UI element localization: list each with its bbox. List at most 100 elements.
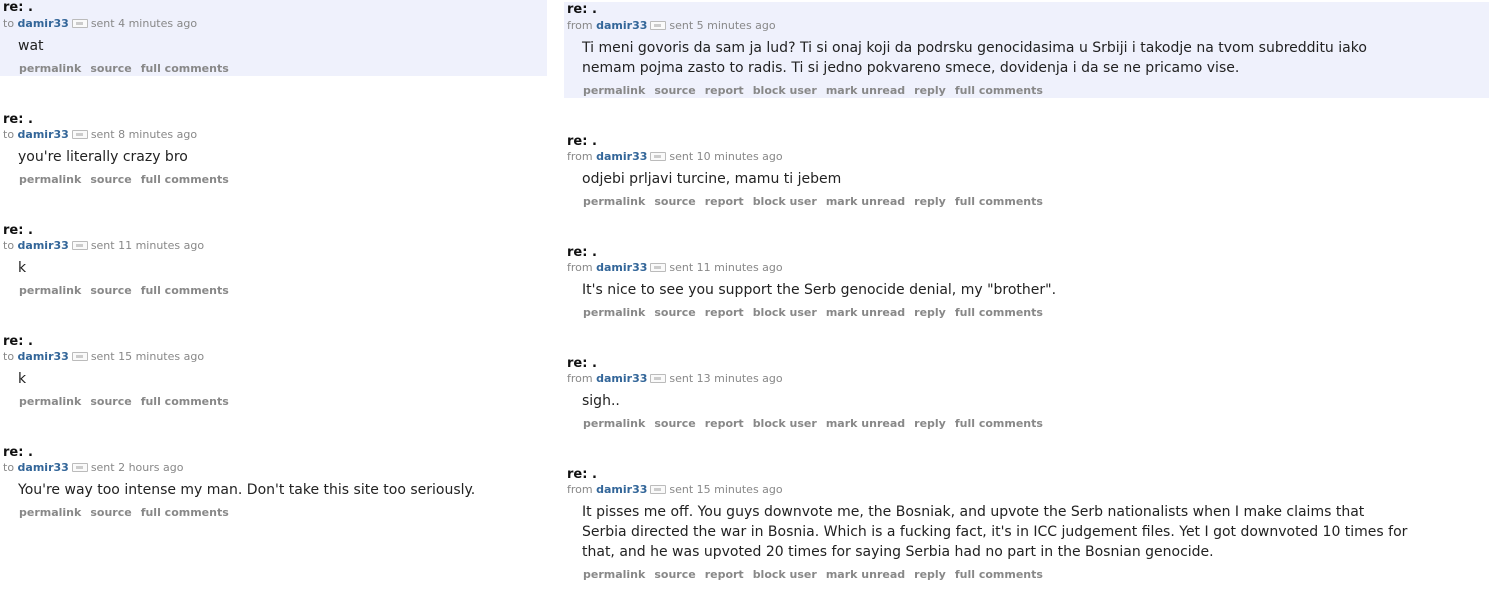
message-subject: re: .	[567, 2, 597, 17]
message-buttons: permalink source full comments	[19, 284, 238, 297]
block-user-button[interactable]: block user	[753, 195, 817, 208]
message-subject: re: .	[3, 0, 33, 15]
author-link[interactable]: damir33	[18, 350, 69, 363]
reply-button[interactable]: reply	[914, 195, 946, 208]
message-buttons: permalink source report block user mark unre…	[583, 195, 1052, 208]
message-body: It's nice to see you support the Serb ge…	[582, 280, 1452, 300]
source-button[interactable]: source	[90, 173, 131, 186]
mark-unread-button[interactable]: mark unread	[826, 417, 905, 430]
message-subject: re: .	[3, 112, 33, 127]
permalink-button[interactable]: permalink	[19, 395, 81, 408]
sent-time: sent 4 minutes ago	[90, 17, 198, 30]
direction-label: from	[567, 261, 593, 274]
permalink-button[interactable]: permalink	[19, 173, 81, 186]
message-body: It pisses me off. You guys downvote me, …	[582, 502, 1452, 562]
reply-button[interactable]: reply	[914, 84, 946, 97]
mark-unread-button[interactable]: mark unread	[826, 568, 905, 581]
author-link[interactable]: damir33	[596, 483, 647, 496]
message-tagline: to damir33 sent 11 minutes ago	[3, 239, 204, 252]
message: re: . from damir33 sent 13 minutes ago si…	[564, 356, 1489, 432]
report-button[interactable]: report	[705, 306, 744, 319]
source-button[interactable]: source	[654, 195, 695, 208]
author-link[interactable]: damir33	[18, 128, 69, 141]
permalink-button[interactable]: permalink	[583, 195, 645, 208]
mark-unread-button[interactable]: mark unread	[826, 195, 905, 208]
message-body: You're way too intense my man. Don't tak…	[18, 482, 476, 498]
author-link[interactable]: damir33	[596, 372, 647, 385]
full-comments-button[interactable]: full comments	[141, 284, 229, 297]
permalink-button[interactable]: permalink	[19, 284, 81, 297]
message-line: It's nice to see you support the Serb ge…	[582, 282, 1057, 298]
author-link[interactable]: damir33	[18, 17, 69, 30]
message-line: sigh..	[582, 393, 620, 409]
author-link[interactable]: damir33	[18, 461, 69, 474]
message-body: odjebi prljavi turcine, mamu ti jebem	[582, 169, 1452, 189]
permalink-button[interactable]: permalink	[583, 306, 645, 319]
permalink-button[interactable]: permalink	[583, 84, 645, 97]
message-body: Ti meni govoris da sam ja lud? Ti si ona…	[582, 38, 1452, 78]
message-line: that, and he was upvoted 20 times for sa…	[582, 544, 1214, 560]
source-button[interactable]: source	[90, 395, 131, 408]
reply-button[interactable]: reply	[914, 568, 946, 581]
full-comments-button[interactable]: full comments	[141, 62, 229, 75]
source-button[interactable]: source	[90, 62, 131, 75]
report-button[interactable]: report	[705, 84, 744, 97]
envelope-icon	[650, 262, 667, 272]
reply-button[interactable]: reply	[914, 306, 946, 319]
sent-time: sent 15 minutes ago	[669, 483, 783, 496]
full-comments-button[interactable]: full comments	[955, 84, 1043, 97]
message-line: nemam pojma zasto to radis. Ti si jedno …	[582, 60, 1240, 76]
permalink-button[interactable]: permalink	[19, 506, 81, 519]
source-button[interactable]: source	[654, 568, 695, 581]
block-user-button[interactable]: block user	[753, 568, 817, 581]
full-comments-button[interactable]: full comments	[141, 395, 229, 408]
message-buttons: permalink source report block user mark unre…	[583, 84, 1052, 97]
mark-unread-button[interactable]: mark unread	[826, 84, 905, 97]
sent-time: sent 11 minutes ago	[90, 239, 205, 252]
report-button[interactable]: report	[705, 568, 744, 581]
source-button[interactable]: source	[90, 506, 131, 519]
message-line: odjebi prljavi turcine, mamu ti jebem	[582, 171, 842, 187]
envelope-icon	[71, 462, 88, 472]
block-user-button[interactable]: block user	[753, 306, 817, 319]
block-user-button[interactable]: block user	[753, 84, 817, 97]
message-tagline: from damir33 sent 5 minutes ago	[567, 19, 776, 32]
full-comments-button[interactable]: full comments	[955, 417, 1043, 430]
message: re: . from damir33 sent 5 minutes ago Ti …	[564, 2, 1489, 98]
author-link[interactable]: damir33	[18, 239, 69, 252]
report-button[interactable]: report	[705, 195, 744, 208]
source-button[interactable]: source	[654, 417, 695, 430]
permalink-button[interactable]: permalink	[583, 568, 645, 581]
block-user-button[interactable]: block user	[753, 417, 817, 430]
sent-time: sent 10 minutes ago	[669, 150, 783, 163]
author-link[interactable]: damir33	[596, 261, 647, 274]
source-button[interactable]: source	[654, 84, 695, 97]
direction-label: to	[3, 128, 15, 141]
message-buttons: permalink source full comments	[19, 395, 238, 408]
mark-unread-button[interactable]: mark unread	[826, 306, 905, 319]
message-subject: re: .	[3, 445, 33, 460]
reply-button[interactable]: reply	[914, 417, 946, 430]
message-tagline: from damir33 sent 13 minutes ago	[567, 372, 783, 385]
sent-time: sent 2 hours ago	[90, 461, 184, 474]
permalink-button[interactable]: permalink	[19, 62, 81, 75]
full-comments-button[interactable]: full comments	[955, 195, 1043, 208]
envelope-icon	[71, 240, 88, 250]
sent-time: sent 5 minutes ago	[669, 19, 776, 32]
source-button[interactable]: source	[654, 306, 695, 319]
full-comments-button[interactable]: full comments	[141, 173, 229, 186]
author-link[interactable]: damir33	[596, 150, 647, 163]
message-tagline: from damir33 sent 10 minutes ago	[567, 150, 783, 163]
source-button[interactable]: source	[90, 284, 131, 297]
author-link[interactable]: damir33	[596, 19, 647, 32]
permalink-button[interactable]: permalink	[583, 417, 645, 430]
envelope-icon	[650, 373, 667, 383]
full-comments-button[interactable]: full comments	[141, 506, 229, 519]
full-comments-button[interactable]: full comments	[955, 306, 1043, 319]
full-comments-button[interactable]: full comments	[955, 568, 1043, 581]
envelope-icon	[71, 18, 88, 28]
direction-label: to	[3, 239, 15, 252]
sent-time: sent 8 minutes ago	[90, 128, 198, 141]
report-button[interactable]: report	[705, 417, 744, 430]
message: re: . from damir33 sent 11 minutes ago It…	[564, 245, 1489, 321]
